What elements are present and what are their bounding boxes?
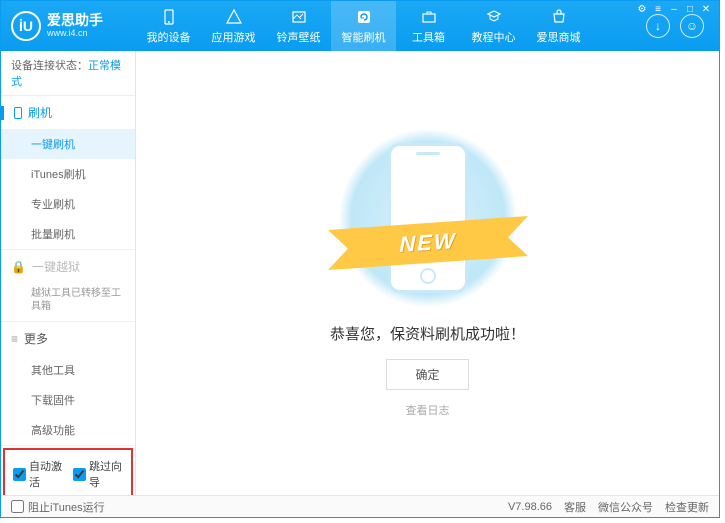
checkbox-row-highlighted: 自动激活 跳过向导 bbox=[3, 448, 133, 495]
apps-icon bbox=[225, 8, 243, 26]
tab-label: 工具箱 bbox=[412, 29, 445, 45]
tab-label: 我的设备 bbox=[147, 29, 191, 45]
tab-label: 教程中心 bbox=[472, 29, 516, 45]
tab-store[interactable]: 爱思商城 bbox=[526, 1, 591, 51]
nav-tabs: 我的设备 应用游戏 铃声壁纸 智能刷机 工具箱 教程中心 bbox=[136, 1, 646, 51]
tab-tutorial[interactable]: 教程中心 bbox=[461, 1, 526, 51]
lock-icon: 🔒 bbox=[11, 260, 26, 274]
store-icon bbox=[550, 8, 568, 26]
toolbox-icon bbox=[420, 8, 438, 26]
sidebar: 设备连接状态：正常模式 刷机 一键刷机 iTunes刷机 专业刷机 批量刷机 🔒… bbox=[1, 51, 136, 495]
minimize-icon[interactable]: – bbox=[667, 4, 681, 15]
window-controls: ⚙ ≡ – □ ✕ bbox=[629, 1, 719, 18]
version-label: V7.98.66 bbox=[508, 501, 552, 513]
sidebar-item-oneclick-flash[interactable]: 一键刷机 bbox=[1, 129, 135, 159]
tab-label: 应用游戏 bbox=[212, 29, 256, 45]
logo[interactable]: İU 爱思助手 www.i4.cn bbox=[1, 11, 136, 41]
tutorial-icon bbox=[485, 8, 503, 26]
more-icon: ≡ bbox=[11, 332, 18, 346]
auto-activate-checkbox[interactable]: 自动激活 bbox=[13, 458, 63, 490]
tab-my-device[interactable]: 我的设备 bbox=[136, 1, 201, 51]
sidebar-jailbreak-header[interactable]: 🔒 一键越狱 bbox=[1, 250, 135, 283]
phone-icon bbox=[14, 107, 22, 119]
sidebar-item-pro-flash[interactable]: 专业刷机 bbox=[1, 189, 135, 219]
sidebar-header-label: 一键越狱 bbox=[32, 258, 80, 275]
block-itunes-checkbox[interactable]: 阻止iTunes运行 bbox=[11, 499, 105, 515]
tab-flash[interactable]: 智能刷机 bbox=[331, 1, 396, 51]
main-content: NEW 恭喜您，保资料刷机成功啦！ 确定 查看日志 bbox=[136, 51, 719, 495]
settings-icon[interactable]: ⚙ bbox=[635, 4, 649, 15]
titlebar: ⚙ ≡ – □ ✕ İU 爱思助手 www.i4.cn 我的设备 应用游戏 bbox=[1, 1, 719, 51]
tab-apps[interactable]: 应用游戏 bbox=[201, 1, 266, 51]
tab-toolbox[interactable]: 工具箱 bbox=[396, 1, 461, 51]
ok-button[interactable]: 确定 bbox=[386, 359, 468, 390]
device-icon bbox=[160, 8, 178, 26]
menu-icon[interactable]: ≡ bbox=[651, 4, 665, 15]
sidebar-item-other-tools[interactable]: 其他工具 bbox=[1, 355, 135, 385]
wallpaper-icon bbox=[290, 8, 308, 26]
view-log-link[interactable]: 查看日志 bbox=[406, 402, 450, 418]
sidebar-header-label: 刷机 bbox=[28, 104, 52, 121]
success-message: 恭喜您，保资料刷机成功啦！ bbox=[330, 323, 525, 344]
app-name: 爱思助手 bbox=[47, 13, 103, 28]
app-url: www.i4.cn bbox=[47, 29, 103, 39]
success-illustration: NEW bbox=[328, 128, 528, 308]
maximize-icon[interactable]: □ bbox=[683, 4, 697, 15]
flash-icon bbox=[355, 8, 373, 26]
sidebar-item-itunes-flash[interactable]: iTunes刷机 bbox=[1, 159, 135, 189]
service-link[interactable]: 客服 bbox=[564, 499, 586, 515]
tab-label: 爱思商城 bbox=[537, 29, 581, 45]
tab-wallpaper[interactable]: 铃声壁纸 bbox=[266, 1, 331, 51]
skip-guide-checkbox[interactable]: 跳过向导 bbox=[73, 458, 123, 490]
statusbar: 阻止iTunes运行 V7.98.66 客服 微信公众号 检查更新 bbox=[1, 495, 719, 517]
sidebar-item-batch-flash[interactable]: 批量刷机 bbox=[1, 219, 135, 249]
update-link[interactable]: 检查更新 bbox=[665, 499, 709, 515]
sidebar-item-advanced[interactable]: 高级功能 bbox=[1, 415, 135, 445]
tab-label: 智能刷机 bbox=[342, 29, 386, 45]
sidebar-flash-header[interactable]: 刷机 bbox=[1, 96, 135, 129]
jailbreak-note: 越狱工具已转移至工具箱 bbox=[1, 283, 135, 321]
wechat-link[interactable]: 微信公众号 bbox=[598, 499, 653, 515]
sidebar-header-label: 更多 bbox=[24, 330, 48, 347]
logo-icon: İU bbox=[11, 11, 41, 41]
close-icon[interactable]: ✕ bbox=[699, 4, 713, 15]
sidebar-item-download-fw[interactable]: 下载固件 bbox=[1, 385, 135, 415]
sidebar-more-header[interactable]: ≡ 更多 bbox=[1, 322, 135, 355]
connection-status: 设备连接状态：正常模式 bbox=[1, 51, 135, 96]
tab-label: 铃声壁纸 bbox=[277, 29, 321, 45]
